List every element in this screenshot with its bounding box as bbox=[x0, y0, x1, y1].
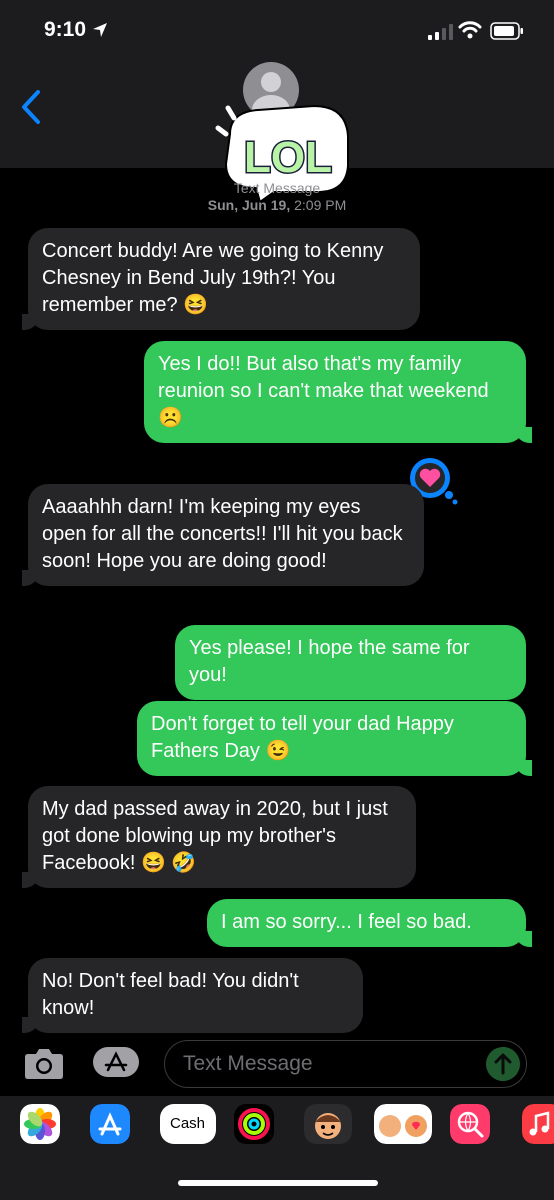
home-indicator[interactable] bbox=[178, 1180, 378, 1186]
message-input-placeholder: Text Message bbox=[183, 1052, 313, 1075]
message-text: Don't forget to tell your dad Happy Fath… bbox=[151, 713, 454, 762]
message-bubble-incoming[interactable]: Aaaahhh darn! I'm keeping my eyes open f… bbox=[22, 484, 424, 586]
thread-info: Text Message Sun, Jun 19, 2:09 PM bbox=[0, 180, 554, 214]
message-text: Aaaahhh darn! I'm keeping my eyes open f… bbox=[42, 496, 403, 572]
thread-date: Sun, Jun 19, bbox=[207, 197, 291, 213]
message-text: Concert buddy! Are we going to Kenny Che… bbox=[42, 240, 384, 316]
message-bubble-outgoing[interactable]: Yes I do!! But also that's my family reu… bbox=[144, 341, 532, 443]
memoji-stickers-app-icon[interactable] bbox=[374, 1104, 432, 1144]
message-text: My dad passed away in 2020, but I just g… bbox=[42, 798, 388, 874]
message-bubble-incoming[interactable]: My dad passed away in 2020, but I just g… bbox=[22, 786, 416, 888]
status-time: 9:10 bbox=[44, 18, 87, 41]
web-search-app-icon[interactable] bbox=[450, 1104, 490, 1144]
thread-time: 2:09 PM bbox=[294, 197, 347, 213]
message-text: I am so sorry... I feel so bad. bbox=[221, 911, 472, 933]
imessage-app-drawer: Cash bbox=[0, 1096, 554, 1200]
thread-timestamp: Sun, Jun 19, 2:09 PM bbox=[0, 197, 554, 214]
message-text: No! Don't feel bad! You didn't know! bbox=[42, 970, 299, 1019]
location-arrow-icon bbox=[93, 23, 107, 37]
memoji-app-icon[interactable] bbox=[304, 1104, 352, 1144]
wifi-icon bbox=[458, 21, 482, 39]
status-bar: 9:10 bbox=[0, 0, 554, 60]
battery-icon bbox=[490, 22, 523, 40]
back-chevron-icon[interactable] bbox=[18, 88, 44, 126]
message-input[interactable]: Text Message bbox=[164, 1040, 527, 1088]
apple-cash-label: Cash bbox=[170, 1115, 206, 1132]
music-app-icon[interactable] bbox=[522, 1104, 554, 1144]
message-bubble-outgoing[interactable]: I am so sorry... I feel so bad. bbox=[207, 899, 532, 947]
message-bubble-outgoing[interactable]: Yes please! I hope the same for you! bbox=[175, 625, 526, 700]
sticker-text: LOL bbox=[244, 133, 332, 182]
message-text: Yes I do!! But also that's my family reu… bbox=[158, 353, 489, 429]
message-text: Yes please! I hope the same for you! bbox=[189, 637, 470, 686]
message-bubble-incoming[interactable]: No! Don't feel bad! You didn't know! bbox=[22, 958, 363, 1033]
message-bubble-incoming[interactable]: Concert buddy! Are we going to Kenny Che… bbox=[22, 228, 420, 330]
app-store-icon[interactable] bbox=[90, 1104, 130, 1144]
send-arrow-icon[interactable] bbox=[486, 1047, 520, 1081]
photos-app-icon[interactable] bbox=[20, 1104, 60, 1144]
app-store-apps-icon[interactable] bbox=[92, 1046, 142, 1078]
activity-app-icon[interactable] bbox=[234, 1104, 274, 1144]
cellular-signal-icon bbox=[428, 24, 453, 40]
camera-icon[interactable] bbox=[24, 1046, 64, 1080]
apple-cash-app[interactable]: Cash bbox=[160, 1104, 216, 1144]
service-label: Text Message bbox=[233, 180, 321, 196]
message-bubble-outgoing[interactable]: Don't forget to tell your dad Happy Fath… bbox=[137, 701, 532, 776]
message-composer: Text Message bbox=[0, 1034, 554, 1096]
conversation-header: LOL bbox=[0, 60, 554, 204]
